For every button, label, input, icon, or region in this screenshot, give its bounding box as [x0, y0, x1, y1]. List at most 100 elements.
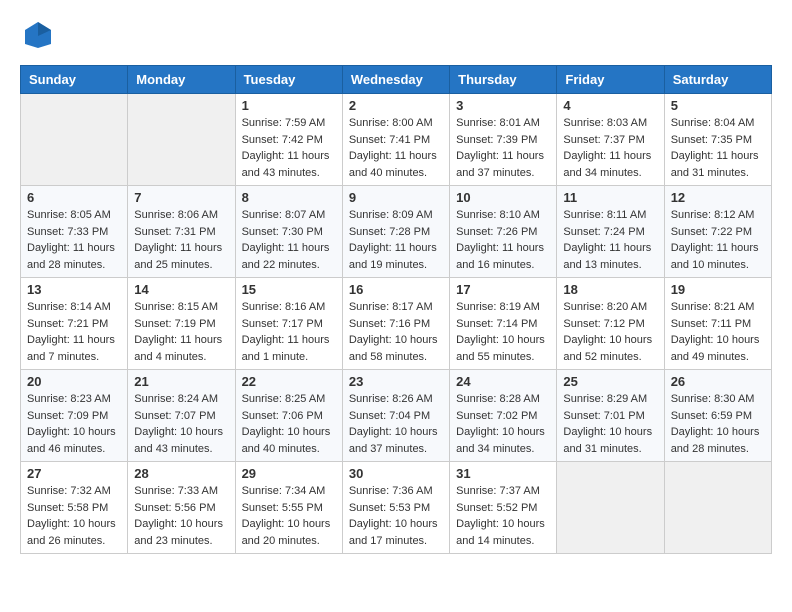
day-of-week-header: Sunday: [21, 66, 128, 94]
calendar-cell: 26Sunrise: 8:30 AM Sunset: 6:59 PM Dayli…: [664, 370, 771, 462]
cell-content: Sunrise: 8:05 AM Sunset: 7:33 PM Dayligh…: [27, 207, 121, 273]
calendar-week-row: 27Sunrise: 7:32 AM Sunset: 5:58 PM Dayli…: [21, 462, 772, 554]
cell-content: Sunrise: 8:20 AM Sunset: 7:12 PM Dayligh…: [563, 299, 657, 365]
day-number: 9: [349, 190, 443, 205]
calendar-cell: 11Sunrise: 8:11 AM Sunset: 7:24 PM Dayli…: [557, 186, 664, 278]
day-number: 22: [242, 374, 336, 389]
day-number: 25: [563, 374, 657, 389]
calendar-cell: 30 Sunrise: 7:36 AM Sunset: 5:53 PM Dayli…: [342, 462, 449, 554]
calendar-cell: 29 Sunrise: 7:34 AM Sunset: 5:55 PM Dayli…: [235, 462, 342, 554]
cell-content: Sunrise: 8:10 AM Sunset: 7:26 PM Dayligh…: [456, 207, 550, 273]
calendar-cell: 9 Sunrise: 8:09 AM Sunset: 7:28 PM Daylig…: [342, 186, 449, 278]
calendar-week-row: 1 Sunrise: 7:59 AM Sunset: 7:42 PM Daylig…: [21, 94, 772, 186]
day-number: 17: [456, 282, 550, 297]
calendar-cell: 7Sunrise: 8:06 AM Sunset: 7:31 PM Daylig…: [128, 186, 235, 278]
cell-content: Sunrise: 8:24 AM Sunset: 7:07 PM Dayligh…: [134, 391, 228, 457]
cell-content: Sunrise: 7:33 AM Sunset: 5:56 PM Dayligh…: [134, 483, 228, 549]
calendar-cell: [557, 462, 664, 554]
cell-content: Sunrise: 8:12 AM Sunset: 7:22 PM Dayligh…: [671, 207, 765, 273]
cell-content: Sunrise: 8:00 AM Sunset: 7:41 PM Dayligh…: [349, 115, 443, 181]
day-number: 4: [563, 98, 657, 113]
day-number: 20: [27, 374, 121, 389]
day-of-week-header: Saturday: [664, 66, 771, 94]
calendar-cell: 6 Sunrise: 8:05 AM Sunset: 7:33 PM Daylig…: [21, 186, 128, 278]
day-of-week-header: Tuesday: [235, 66, 342, 94]
day-number: 2: [349, 98, 443, 113]
calendar-week-row: 6 Sunrise: 8:05 AM Sunset: 7:33 PM Daylig…: [21, 186, 772, 278]
cell-content: Sunrise: 8:21 AM Sunset: 7:11 PM Dayligh…: [671, 299, 765, 365]
cell-content: Sunrise: 7:59 AM Sunset: 7:42 PM Dayligh…: [242, 115, 336, 181]
day-of-week-header: Monday: [128, 66, 235, 94]
cell-content: Sunrise: 8:09 AM Sunset: 7:28 PM Dayligh…: [349, 207, 443, 273]
day-number: 16: [349, 282, 443, 297]
cell-content: Sunrise: 7:36 AM Sunset: 5:53 PM Dayligh…: [349, 483, 443, 549]
day-number: 5: [671, 98, 765, 113]
cell-content: Sunrise: 8:11 AM Sunset: 7:24 PM Dayligh…: [563, 207, 657, 273]
day-number: 21: [134, 374, 228, 389]
cell-content: Sunrise: 8:15 AM Sunset: 7:19 PM Dayligh…: [134, 299, 228, 365]
calendar-cell: 5 Sunrise: 8:04 AM Sunset: 7:35 PM Daylig…: [664, 94, 771, 186]
calendar-cell: 25 Sunrise: 8:29 AM Sunset: 7:01 PM Dayli…: [557, 370, 664, 462]
calendar-cell: 8 Sunrise: 8:07 AM Sunset: 7:30 PM Daylig…: [235, 186, 342, 278]
calendar-cell: 3Sunrise: 8:01 AM Sunset: 7:39 PM Daylig…: [450, 94, 557, 186]
day-number: 3: [456, 98, 550, 113]
calendar-week-row: 20 Sunrise: 8:23 AM Sunset: 7:09 PM Dayli…: [21, 370, 772, 462]
day-number: 23: [349, 374, 443, 389]
calendar-cell: 18 Sunrise: 8:20 AM Sunset: 7:12 PM Dayli…: [557, 278, 664, 370]
day-of-week-header: Thursday: [450, 66, 557, 94]
calendar-cell: 4 Sunrise: 8:03 AM Sunset: 7:37 PM Daylig…: [557, 94, 664, 186]
calendar-cell: 12 Sunrise: 8:12 AM Sunset: 7:22 PM Dayli…: [664, 186, 771, 278]
day-number: 19: [671, 282, 765, 297]
day-number: 6: [27, 190, 121, 205]
day-number: 8: [242, 190, 336, 205]
calendar-table: SundayMondayTuesdayWednesdayThursdayFrid…: [20, 65, 772, 554]
calendar-header-row: SundayMondayTuesdayWednesdayThursdayFrid…: [21, 66, 772, 94]
calendar-cell: [664, 462, 771, 554]
cell-content: Sunrise: 8:03 AM Sunset: 7:37 PM Dayligh…: [563, 115, 657, 181]
cell-content: Sunrise: 7:34 AM Sunset: 5:55 PM Dayligh…: [242, 483, 336, 549]
calendar-cell: [21, 94, 128, 186]
cell-content: Sunrise: 8:04 AM Sunset: 7:35 PM Dayligh…: [671, 115, 765, 181]
day-number: 13: [27, 282, 121, 297]
calendar-cell: 17 Sunrise: 8:19 AM Sunset: 7:14 PM Dayli…: [450, 278, 557, 370]
day-number: 12: [671, 190, 765, 205]
calendar-week-row: 13 Sunrise: 8:14 AM Sunset: 7:21 PM Dayli…: [21, 278, 772, 370]
calendar-cell: 24Sunrise: 8:28 AM Sunset: 7:02 PM Dayli…: [450, 370, 557, 462]
cell-content: Sunrise: 8:06 AM Sunset: 7:31 PM Dayligh…: [134, 207, 228, 273]
calendar-cell: [128, 94, 235, 186]
cell-content: Sunrise: 8:19 AM Sunset: 7:14 PM Dayligh…: [456, 299, 550, 365]
calendar-cell: 21 Sunrise: 8:24 AM Sunset: 7:07 PM Dayli…: [128, 370, 235, 462]
cell-content: Sunrise: 8:07 AM Sunset: 7:30 PM Dayligh…: [242, 207, 336, 273]
logo: [20, 20, 53, 55]
cell-content: Sunrise: 8:23 AM Sunset: 7:09 PM Dayligh…: [27, 391, 121, 457]
calendar-cell: 23Sunrise: 8:26 AM Sunset: 7:04 PM Dayli…: [342, 370, 449, 462]
cell-content: Sunrise: 8:29 AM Sunset: 7:01 PM Dayligh…: [563, 391, 657, 457]
day-number: 24: [456, 374, 550, 389]
day-number: 18: [563, 282, 657, 297]
page-header: [20, 20, 772, 55]
calendar-cell: 10Sunrise: 8:10 AM Sunset: 7:26 PM Dayli…: [450, 186, 557, 278]
calendar-cell: 28 Sunrise: 7:33 AM Sunset: 5:56 PM Dayli…: [128, 462, 235, 554]
day-number: 30: [349, 466, 443, 481]
cell-content: Sunrise: 8:17 AM Sunset: 7:16 PM Dayligh…: [349, 299, 443, 365]
day-number: 14: [134, 282, 228, 297]
calendar-cell: 20 Sunrise: 8:23 AM Sunset: 7:09 PM Dayli…: [21, 370, 128, 462]
calendar-cell: 2 Sunrise: 8:00 AM Sunset: 7:41 PM Daylig…: [342, 94, 449, 186]
cell-content: Sunrise: 8:30 AM Sunset: 6:59 PM Dayligh…: [671, 391, 765, 457]
day-of-week-header: Wednesday: [342, 66, 449, 94]
calendar-cell: 19 Sunrise: 8:21 AM Sunset: 7:11 PM Dayli…: [664, 278, 771, 370]
day-number: 31: [456, 466, 550, 481]
day-of-week-header: Friday: [557, 66, 664, 94]
cell-content: Sunrise: 7:32 AM Sunset: 5:58 PM Dayligh…: [27, 483, 121, 549]
day-number: 28: [134, 466, 228, 481]
day-number: 29: [242, 466, 336, 481]
cell-content: Sunrise: 8:14 AM Sunset: 7:21 PM Dayligh…: [27, 299, 121, 365]
day-number: 1: [242, 98, 336, 113]
calendar-cell: 16 Sunrise: 8:17 AM Sunset: 7:16 PM Dayli…: [342, 278, 449, 370]
calendar-cell: 31 Sunrise: 7:37 AM Sunset: 5:52 PM Dayli…: [450, 462, 557, 554]
day-number: 15: [242, 282, 336, 297]
calendar-cell: 27Sunrise: 7:32 AM Sunset: 5:58 PM Dayli…: [21, 462, 128, 554]
cell-content: Sunrise: 7:37 AM Sunset: 5:52 PM Dayligh…: [456, 483, 550, 549]
calendar-cell: 22Sunrise: 8:25 AM Sunset: 7:06 PM Dayli…: [235, 370, 342, 462]
cell-content: Sunrise: 8:16 AM Sunset: 7:17 PM Dayligh…: [242, 299, 336, 365]
